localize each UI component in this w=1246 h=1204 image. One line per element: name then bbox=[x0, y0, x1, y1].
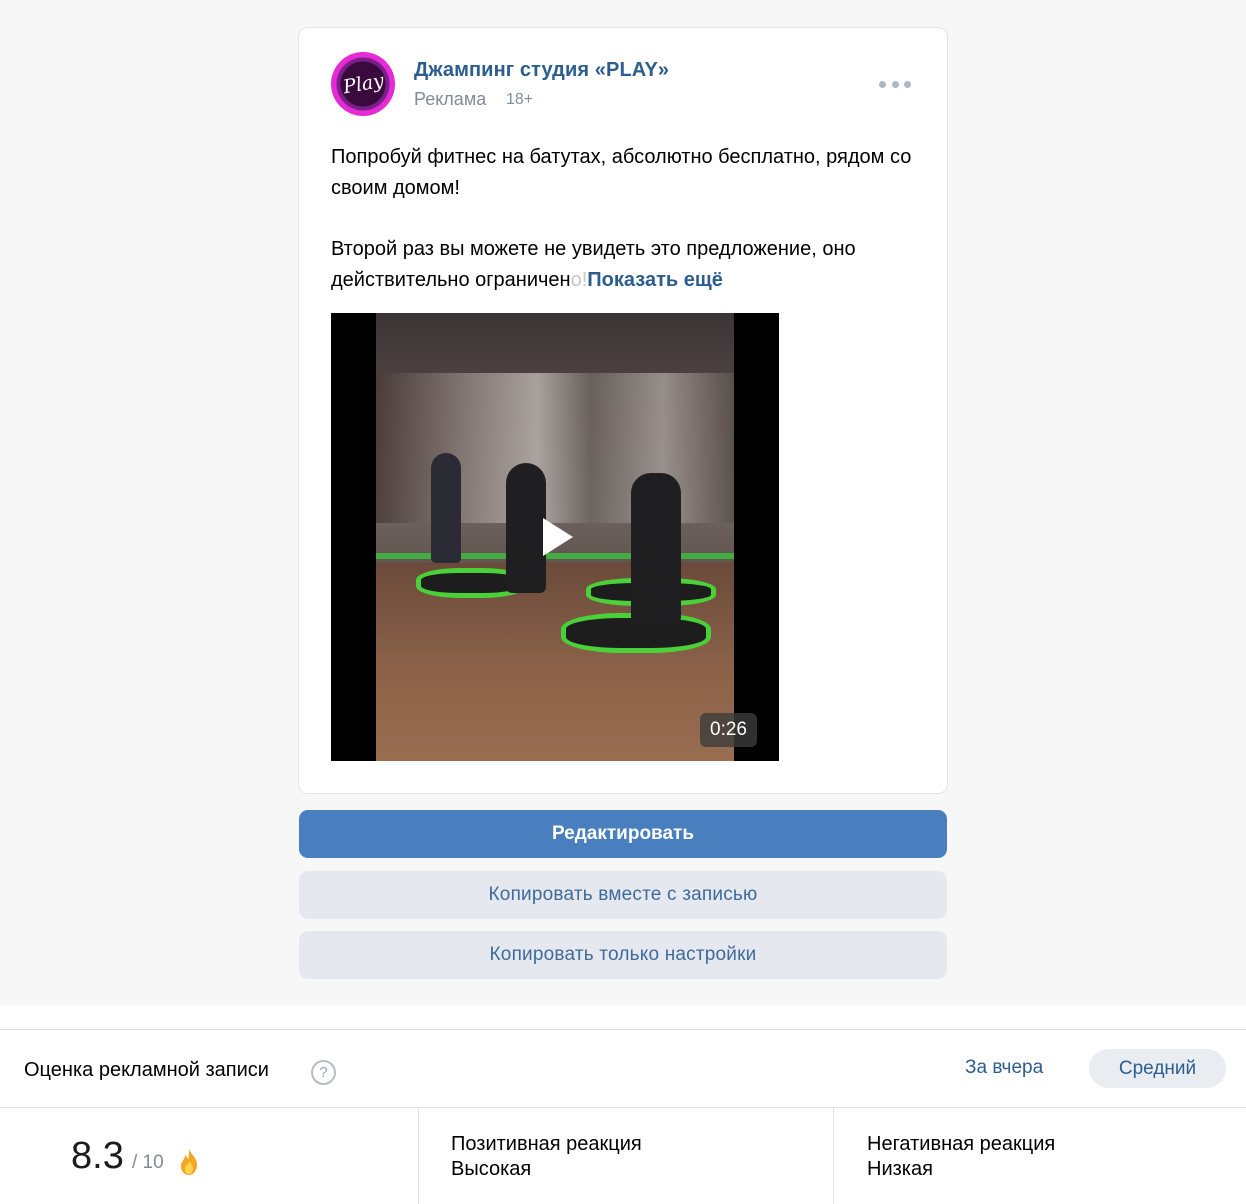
post-text-paragraph-2: Второй раз вы можете не увидеть это пред… bbox=[331, 234, 921, 296]
video-duration-badge: 0:26 bbox=[700, 713, 757, 747]
play-icon[interactable] bbox=[543, 518, 573, 556]
fire-icon bbox=[181, 1149, 197, 1175]
ad-label: Реклама bbox=[414, 89, 487, 109]
age-rating-label: 18+ bbox=[506, 91, 534, 108]
more-horizontal-icon[interactable] bbox=[879, 76, 911, 92]
divider bbox=[0, 1107, 1246, 1108]
community-name-link[interactable]: Джампинг студия «PLAY» bbox=[414, 59, 669, 82]
show-more-link[interactable]: Показать ещё bbox=[587, 269, 723, 291]
negative-reaction-label: Негативная реакция bbox=[867, 1133, 1056, 1155]
positive-reaction-value: Высокая bbox=[451, 1158, 532, 1180]
rating-title: Оценка рекламной записи bbox=[24, 1059, 269, 1081]
positive-reaction-label: Позитивная реакция bbox=[451, 1133, 642, 1155]
divider bbox=[833, 1108, 834, 1204]
rating-score-max: / 10 bbox=[132, 1152, 164, 1173]
video-player[interactable]: 0:26 bbox=[331, 313, 779, 761]
period-yesterday-link[interactable]: За вчера bbox=[965, 1057, 1043, 1079]
help-icon[interactable]: ? bbox=[311, 1060, 336, 1085]
divider bbox=[418, 1108, 419, 1204]
post-text: Попробуй фитнес на батутах, абсолютно бе… bbox=[331, 142, 921, 296]
copy-with-post-button[interactable]: Копировать вместе с записью bbox=[299, 871, 947, 919]
avatar-logo-text: Play bbox=[340, 69, 386, 99]
edit-button[interactable]: Редактировать bbox=[299, 810, 947, 858]
ad-post-card: Play Джампинг студия «PLAY» Реклама 18+ … bbox=[298, 27, 948, 794]
rating-score: 8.3 bbox=[71, 1135, 124, 1177]
negative-reaction-value: Низкая bbox=[867, 1158, 933, 1180]
copy-settings-only-button[interactable]: Копировать только настройки bbox=[299, 931, 947, 979]
community-avatar[interactable]: Play bbox=[331, 52, 395, 116]
rating-level-chip[interactable]: Средний bbox=[1089, 1049, 1226, 1088]
post-text-paragraph-1: Попробуй фитнес на батутах, абсолютно бе… bbox=[331, 146, 912, 199]
post-text-faded: о! bbox=[570, 269, 588, 291]
ad-rating-panel: Оценка рекламной записи ? За вчера Средн… bbox=[0, 1029, 1246, 1204]
